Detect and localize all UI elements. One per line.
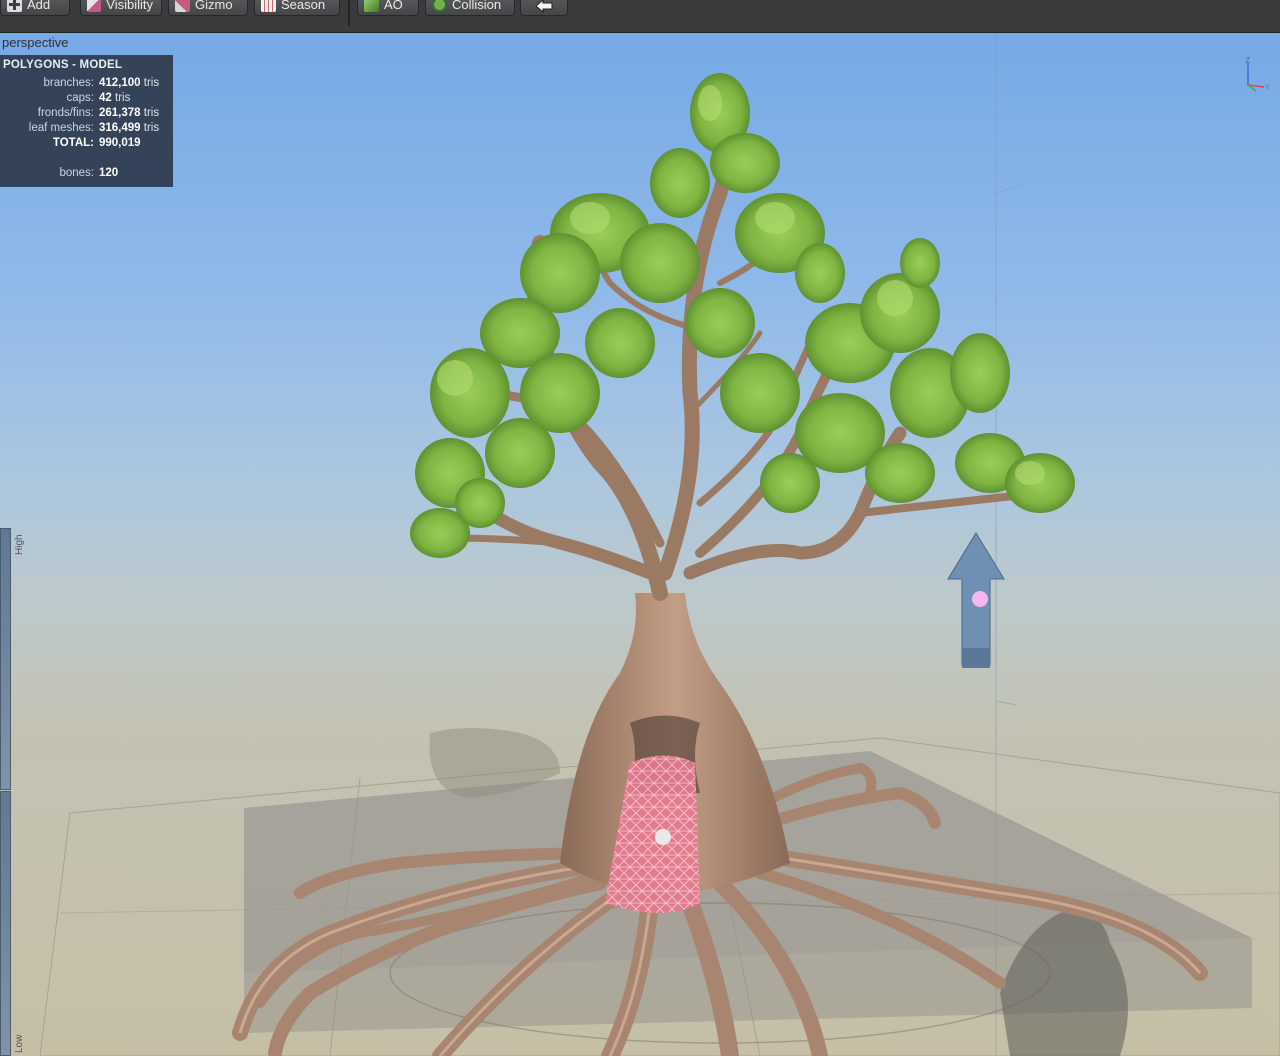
stats-row-caps: caps: 42 tris — [66, 92, 131, 104]
3d-viewport[interactable]: perspective POLYGONS - MODEL branches: 41… — [0, 33, 1280, 1056]
season-button[interactable]: Season — [254, 0, 340, 16]
season-icon — [261, 0, 276, 12]
back-button[interactable] — [520, 0, 568, 16]
axis-orientation-gizmo: Z Y — [1245, 57, 1270, 92]
polygon-stats-panel: POLYGONS - MODEL branches: 412,100 tris c… — [0, 55, 173, 187]
axis-y-label: Y — [1264, 83, 1270, 92]
ao-cube-icon — [364, 0, 379, 12]
lod-high-label: High — [14, 534, 25, 555]
stats-row-fronds: fronds/fins: 261,378 tris — [37, 107, 160, 119]
ao-button[interactable]: AO — [357, 0, 419, 16]
viewport-name-label: perspective — [2, 35, 69, 50]
visibility-button[interactable]: Visibility — [80, 0, 162, 16]
toolbar-separator — [348, 0, 350, 26]
main-toolbar: Add Visibility Gizmo Season AO Collision — [0, 0, 1280, 33]
gizmo-icon — [175, 0, 190, 12]
add-button[interactable]: Add — [0, 0, 70, 16]
axis-z-label: Z — [1245, 57, 1251, 65]
lod-low-label: Low — [14, 1034, 25, 1053]
stats-row-bones: bones: 120 — [59, 167, 119, 179]
collision-icon — [432, 0, 447, 12]
tree-scene[interactable] — [0, 33, 1280, 1056]
collision-handle — [655, 829, 671, 845]
arrow-left-icon — [535, 0, 553, 13]
visibility-icon — [87, 0, 102, 12]
add-icon — [7, 0, 22, 12]
stats-row-leaf-meshes: leaf meshes: 316,499 tris — [28, 122, 160, 134]
stats-row-branches: branches: 412,100 tris — [43, 77, 160, 89]
stats-title: POLYGONS - MODEL — [3, 59, 123, 71]
stats-row-total: TOTAL: 990,019 — [52, 137, 141, 149]
lod-slider-high[interactable] — [0, 528, 11, 790]
gizmo-button[interactable]: Gizmo — [168, 0, 248, 16]
lod-slider-low[interactable] — [0, 791, 11, 1056]
tree-foliage — [410, 73, 1075, 558]
collision-button[interactable]: Collision — [425, 0, 515, 16]
